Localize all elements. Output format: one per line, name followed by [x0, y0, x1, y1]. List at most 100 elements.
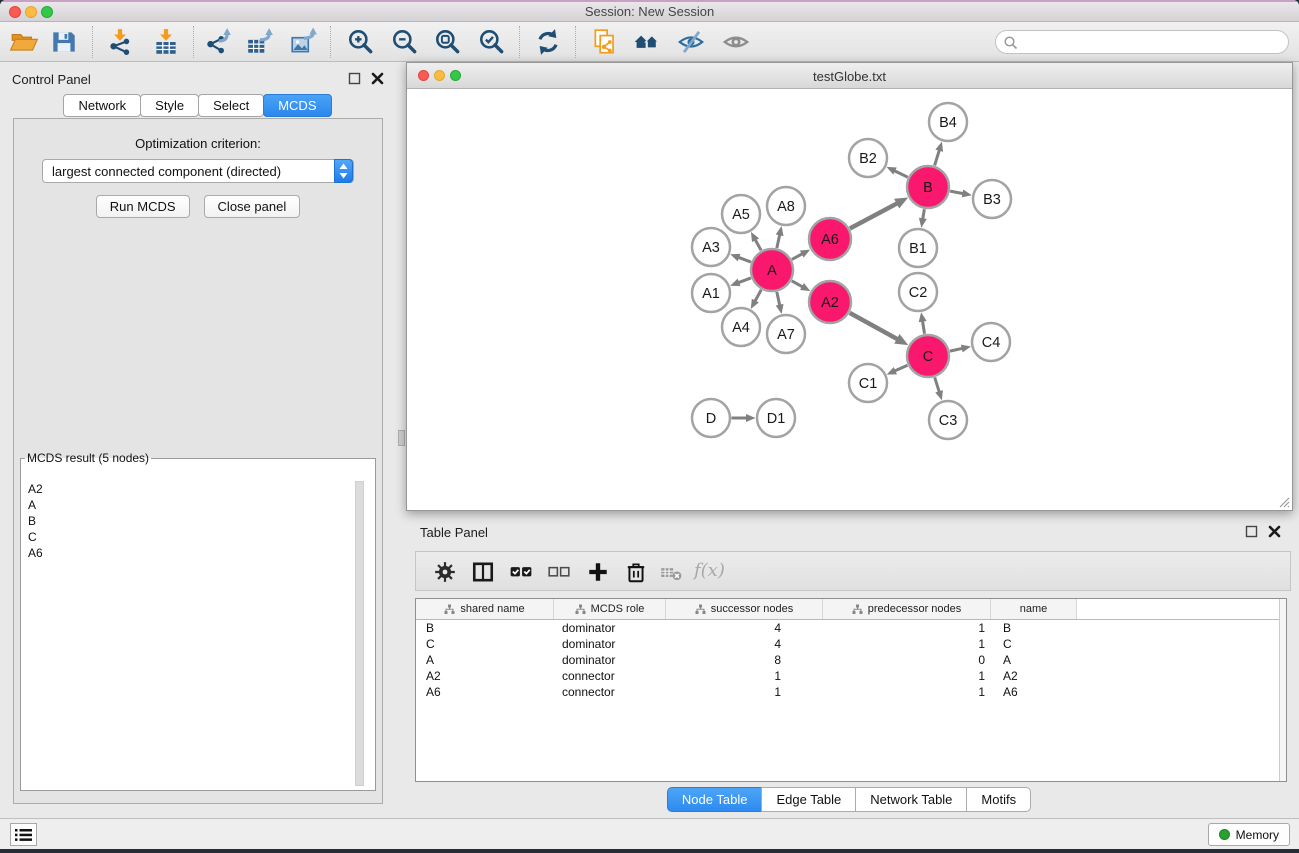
result-item[interactable]: A2 [28, 481, 361, 497]
tab-mcds[interactable]: MCDS [263, 94, 331, 117]
gear-icon[interactable] [433, 560, 457, 584]
graph-edge-A-A7[interactable] [777, 292, 780, 306]
graph-node-A[interactable]: A [751, 249, 793, 291]
column-header-successor-nodes[interactable]: successor nodes [666, 599, 823, 619]
import-table-icon[interactable] [151, 27, 181, 57]
tab-network-table[interactable]: Network Table [855, 787, 967, 812]
zoom-fit-icon[interactable] [433, 27, 463, 57]
tab-style[interactable]: Style [140, 94, 199, 117]
float-panel-icon[interactable] [348, 72, 361, 85]
show-all-eye-icon[interactable] [721, 27, 751, 57]
result-scrollbar[interactable] [355, 481, 364, 786]
delete-table-icon[interactable] [659, 560, 683, 584]
graph-node-D[interactable]: D [692, 399, 730, 437]
graph-edge-A6-B[interactable] [850, 203, 898, 229]
optimization-criterion-select[interactable]: largest connected component (directed) [42, 159, 354, 183]
close-panel-button[interactable]: Close panel [204, 195, 301, 218]
table-scrollbar[interactable] [1279, 599, 1286, 781]
graph-node-A3[interactable]: A3 [692, 228, 730, 266]
graph-node-A7[interactable]: A7 [767, 315, 805, 353]
graph-node-C3[interactable]: C3 [929, 401, 967, 439]
graph-edge-A-A4[interactable] [755, 290, 762, 302]
graph-node-B3[interactable]: B3 [973, 180, 1011, 218]
graph-edge-A-A8[interactable] [777, 234, 780, 248]
graph-node-C[interactable]: C [907, 335, 949, 377]
graph-edge-B-B1[interactable] [923, 209, 925, 220]
column-header-mcds-role[interactable]: MCDS role [554, 599, 666, 619]
hide-selected-eye-icon[interactable] [676, 27, 706, 57]
table-row[interactable]: Bdominator41B [416, 620, 1286, 636]
table-row[interactable]: A2connector11A2 [416, 668, 1286, 684]
export-network-icon[interactable] [203, 27, 233, 57]
tab-motifs[interactable]: Motifs [966, 787, 1031, 812]
graph-node-C4[interactable]: C4 [972, 323, 1010, 361]
float-table-panel-icon[interactable] [1245, 525, 1258, 538]
graph-edge-C-C3[interactable] [935, 377, 940, 392]
column-header-name[interactable]: name [991, 599, 1077, 619]
zoom-out-icon[interactable] [390, 27, 420, 57]
resize-grip-icon[interactable] [1277, 495, 1290, 508]
graph-edge-A-A6[interactable] [792, 253, 803, 259]
run-mcds-button[interactable]: Run MCDS [96, 195, 190, 218]
graph-node-A1[interactable]: A1 [692, 274, 730, 312]
add-column-icon[interactable] [586, 560, 610, 584]
refresh-icon[interactable] [533, 27, 563, 57]
panel-splitter-handle[interactable] [398, 430, 405, 446]
graph-edge-A-A3[interactable] [738, 257, 751, 262]
graph-edge-B-B4[interactable] [935, 149, 940, 165]
select-all-checks-icon[interactable] [509, 560, 533, 584]
export-image-icon[interactable] [289, 27, 319, 57]
first-neighbors-icon[interactable] [632, 27, 662, 57]
column-header-shared-name[interactable]: shared name [416, 599, 554, 619]
graph-node-C1[interactable]: C1 [849, 364, 887, 402]
task-history-button[interactable] [10, 823, 37, 846]
graph-node-B4[interactable]: B4 [929, 103, 967, 141]
result-item[interactable]: B [28, 513, 361, 529]
table-row[interactable]: A6connector11A6 [416, 684, 1286, 700]
graph-node-A6[interactable]: A6 [809, 218, 851, 260]
zoom-selected-icon[interactable] [477, 27, 507, 57]
graph-node-C2[interactable]: C2 [899, 273, 937, 311]
search-input[interactable] [1022, 32, 1282, 52]
graph-node-B2[interactable]: B2 [849, 139, 887, 177]
graph-edge-A-A1[interactable] [738, 278, 751, 283]
result-item[interactable]: C [28, 529, 361, 545]
table-row[interactable]: Cdominator41C [416, 636, 1286, 652]
duplicate-network-icon[interactable] [590, 27, 620, 57]
graph-edge-B-B3[interactable] [950, 191, 964, 194]
graph-edge-A-A5[interactable] [755, 239, 761, 250]
result-item[interactable]: A6 [28, 545, 361, 561]
tab-edge-table[interactable]: Edge Table [761, 787, 856, 812]
graph-node-B1[interactable]: B1 [899, 229, 937, 267]
column-header-predecessor-nodes[interactable]: predecessor nodes [823, 599, 991, 619]
graph-node-A2[interactable]: A2 [809, 281, 851, 323]
graph-node-A4[interactable]: A4 [722, 308, 760, 346]
graph-node-B[interactable]: B [907, 166, 949, 208]
graph-edge-C-C4[interactable] [950, 348, 963, 351]
unselect-all-checks-icon[interactable] [547, 560, 571, 584]
graph-node-D1[interactable]: D1 [757, 399, 795, 437]
graph-edge-A-A2[interactable] [792, 281, 804, 287]
import-network-icon[interactable] [105, 27, 135, 57]
graph-edge-A2-C[interactable] [850, 313, 899, 340]
split-columns-icon[interactable] [471, 560, 495, 584]
close-table-panel-icon[interactable] [1268, 525, 1281, 538]
graph-edge-C-C2[interactable] [922, 320, 924, 334]
zoom-in-icon[interactable] [346, 27, 376, 57]
result-item[interactable]: A [28, 497, 361, 513]
delete-column-trash-icon[interactable] [624, 560, 648, 584]
graph-node-A8[interactable]: A8 [767, 187, 805, 225]
close-panel-icon[interactable] [371, 72, 384, 85]
save-session-icon[interactable] [49, 27, 79, 57]
graph-edge-C-C1[interactable] [894, 365, 907, 371]
tab-network[interactable]: Network [63, 94, 141, 117]
open-file-icon[interactable] [9, 27, 39, 57]
network-canvas[interactable]: B4 B2 B B3 A5A8A6 B1 A3 A A1 C2 A2 A4A7 C4 C C1 C3 D D1 [407, 89, 1292, 510]
memory-button[interactable]: Memory [1208, 823, 1290, 846]
export-table-icon[interactable] [245, 27, 275, 57]
table-row[interactable]: Adominator80A [416, 652, 1286, 668]
tab-node-table[interactable]: Node Table [667, 787, 763, 812]
graph-node-A5[interactable]: A5 [722, 195, 760, 233]
function-builder-icon[interactable]: f(x) [694, 560, 732, 584]
tab-select[interactable]: Select [198, 94, 264, 117]
